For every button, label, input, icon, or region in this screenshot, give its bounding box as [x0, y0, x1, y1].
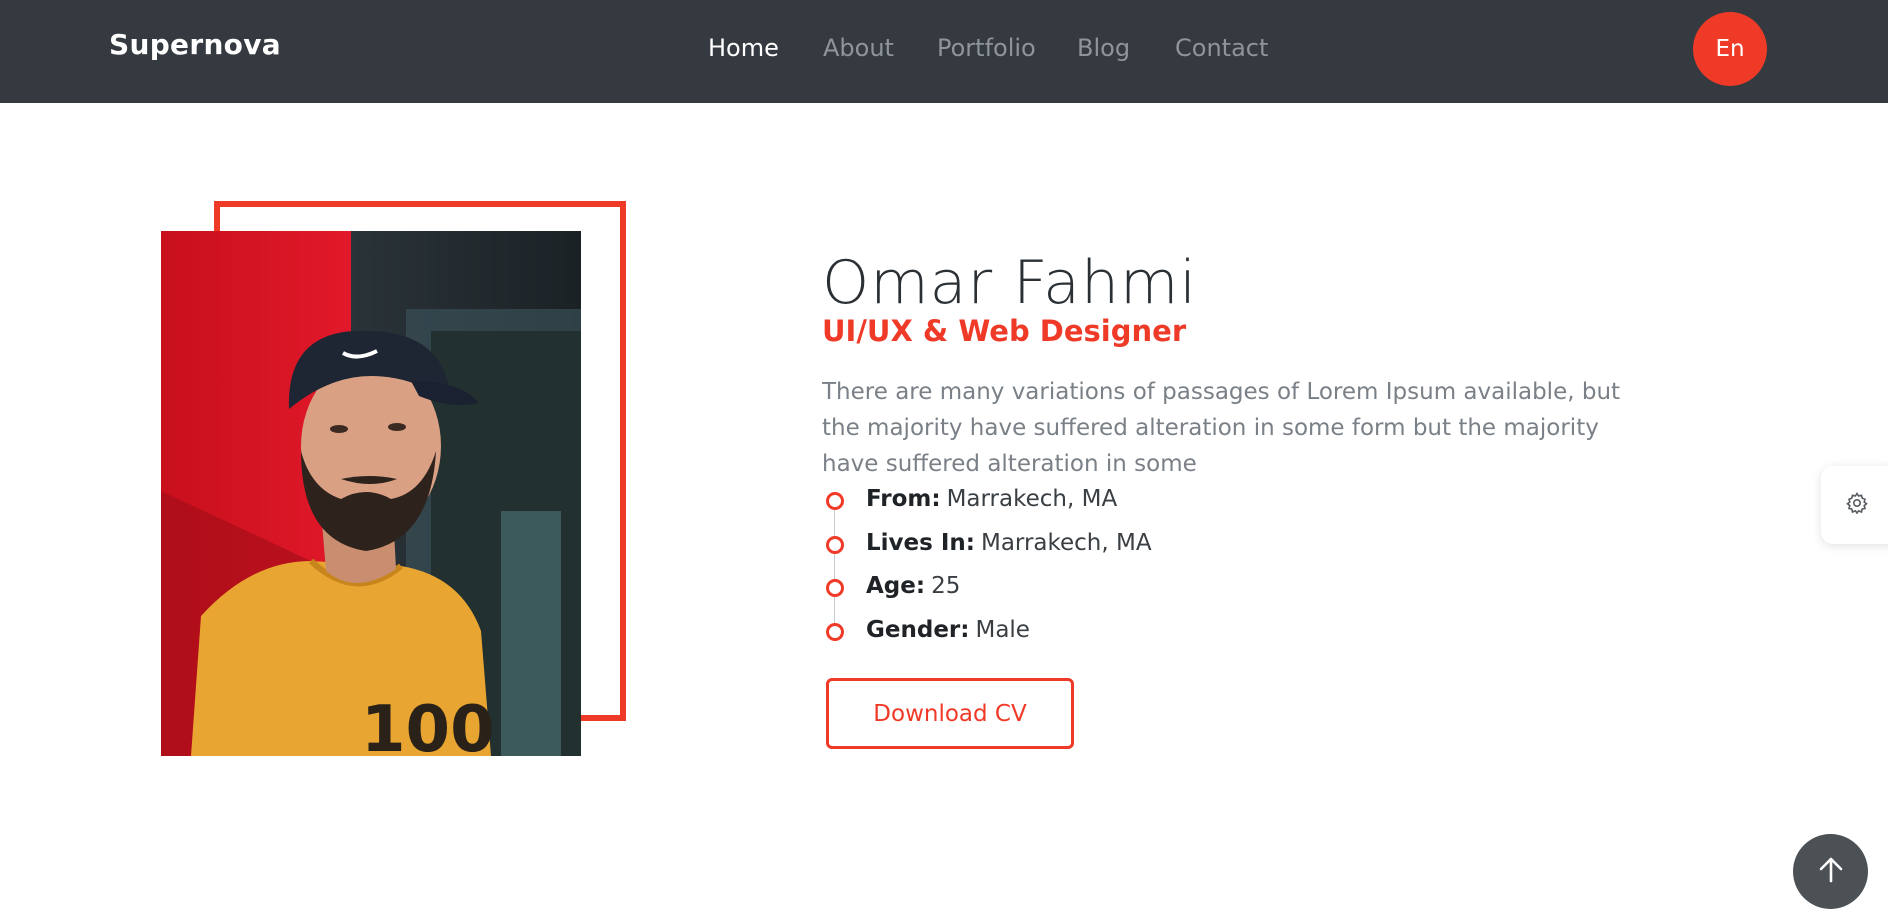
timeline-line [834, 502, 835, 632]
detail-value: Male [975, 617, 1030, 643]
detail-value: Marrakech, MA [980, 530, 1152, 556]
detail-label: Gender: Male [866, 617, 1030, 643]
scroll-to-top-button[interactable] [1793, 834, 1868, 909]
bullet-icon [826, 623, 844, 641]
nav-link-portfolio[interactable]: Portfolio [937, 34, 1036, 62]
nav-link-home[interactable]: Home [708, 34, 779, 62]
settings-panel-toggle[interactable] [1821, 466, 1888, 544]
nav-link-contact[interactable]: Contact [1175, 34, 1268, 62]
profile-role: UI/UX & Web Designer [822, 314, 1187, 349]
brand-logo[interactable]: Supernova [109, 28, 281, 61]
detail-value: 25 [931, 573, 961, 599]
detail-label: Age: 25 [866, 573, 961, 599]
nav-link-about[interactable]: About [823, 34, 894, 62]
profile-bio: There are many variations of passages of… [822, 379, 1621, 477]
profile-details-list: From: Marrakech, MA Lives In: Marrakech, M… [822, 482, 1422, 662]
download-cv-button[interactable]: Download CV [826, 678, 1074, 749]
gear-icon [1845, 491, 1869, 519]
profile-name: Omar Fahmi [822, 248, 1198, 319]
svg-text:100: 100 [361, 693, 495, 756]
bullet-icon [826, 579, 844, 597]
profile-photo: 100 [161, 231, 581, 756]
detail-label: Lives In: Marrakech, MA [866, 530, 1152, 556]
arrow-up-icon [1815, 854, 1847, 890]
nav-link-blog[interactable]: Blog [1077, 34, 1130, 62]
bullet-icon [826, 536, 844, 554]
bullet-icon [826, 492, 844, 510]
detail-value: Marrakech, MA [946, 486, 1118, 512]
top-navbar: Supernova Home About Portfolio Blog Cont… [0, 0, 1888, 103]
detail-label: From: Marrakech, MA [866, 486, 1118, 512]
language-button[interactable]: En [1693, 12, 1767, 86]
